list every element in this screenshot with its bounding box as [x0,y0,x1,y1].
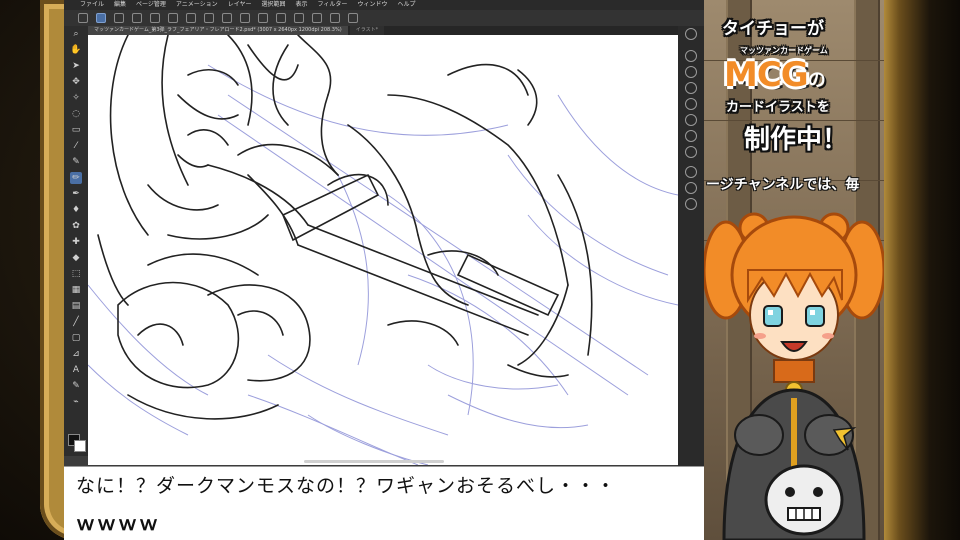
fill-icon[interactable]: ⬚ [70,268,82,280]
airbrush-icon[interactable]: ♦ [70,204,82,216]
tool-palette: ⌕ ✋ ➤ ✥ ✧ ◌ ▭ ⁄ ✎ ✏ ✒ ♦ ✿ ✚ ◆ ⬚ ▦ ▤ ╱ ▢ … [64,26,88,456]
sub-tool-icon[interactable] [685,50,697,62]
share-icon[interactable] [330,13,340,23]
hand-icon[interactable]: ✋ [70,44,82,56]
promo-mcg-logo: MCGの [724,55,826,95]
eyedropper-icon[interactable]: ⁄ [70,140,82,152]
sub-color-swatch[interactable] [74,440,86,452]
menu-edit[interactable]: 編集 [114,0,126,10]
pencil-icon[interactable]: ✏ [70,172,82,184]
menu-page[interactable]: ページ管理 [136,0,166,10]
subtitle-line-2: ｗｗｗｗ [76,513,161,535]
material-icon[interactable] [685,146,697,158]
export-icon[interactable] [348,13,358,23]
brush-mode-icon[interactable] [96,13,106,23]
pixel-mascot-image [704,212,884,540]
menu-file[interactable]: ファイル [80,0,104,10]
line-icon[interactable]: ╱ [70,316,82,328]
home-icon[interactable] [78,13,88,23]
frame-icon[interactable]: ▢ [70,332,82,344]
subtitle-line-1: なに！？ダークマンモスなの！？ワギャンおそるべし・・・ [76,475,617,497]
balloon-icon[interactable]: ✎ [70,380,82,392]
figure-icon[interactable]: ▤ [70,300,82,312]
eraser-icon[interactable]: ◆ [70,252,82,264]
undo-icon[interactable] [186,13,196,23]
menu-animation[interactable]: アニメーション [176,0,218,10]
brush-icon[interactable]: ✒ [70,188,82,200]
auto-select-icon[interactable]: ✧ [70,92,82,104]
lasso-icon[interactable]: ◌ [70,108,82,120]
zoom-icon[interactable]: ⌕ [70,28,82,40]
promo-mcg-suffix: の [807,70,826,91]
lineart-sketch [88,35,678,465]
correct-line-icon[interactable]: ⌁ [70,396,82,408]
close-icon[interactable] [114,13,124,23]
history-icon[interactable] [685,182,697,194]
auto-action-icon[interactable] [685,198,697,210]
monitor-edge-right [884,0,960,540]
clip-studio-window: ファイル 編集 ページ管理 アニメーション レイヤー 選択範囲 表示 フィルター… [64,0,704,540]
pen-icon[interactable]: ✎ [70,156,82,168]
promo-panel: タイチョーが マッツァンカードゲーム MCGの カードイラストを 制作中！ ージ… [704,0,884,540]
promo-title-rest: カードイラストを 制作中！ [726,92,884,156]
menu-bar: ファイル 編集 ページ管理 アニメーション レイヤー 選択範囲 表示 フィルター… [64,0,704,10]
transform-icon[interactable] [240,13,250,23]
save-icon[interactable] [168,13,178,23]
document-tabs: マッツァンカードゲーム_第3弾_ラフ_フェアリア・フレアロード2.psd* (3… [88,26,688,35]
menu-window[interactable]: ウィンドウ [357,0,387,10]
redo-icon[interactable] [204,13,214,23]
selection-icon[interactable]: ▭ [70,124,82,136]
scrolling-ticker: ージチャンネルでは、毎 [706,177,860,193]
deselect-icon[interactable] [258,13,268,23]
snap-icon[interactable] [276,13,286,23]
operation-icon[interactable]: ➤ [70,60,82,72]
gradient-icon[interactable]: ▦ [70,284,82,296]
promo-mcg-text: MCG [724,55,809,95]
promo-title: タイチョーが マッツァンカードゲーム [722,14,882,56]
promo-title-line-1: タイチョーが [722,19,824,39]
color-set-icon[interactable] [685,114,697,126]
move-icon[interactable]: ✥ [70,76,82,88]
decoration-icon[interactable]: ✿ [70,220,82,232]
clear-icon[interactable] [222,13,232,23]
grid-snap-icon[interactable] [312,13,322,23]
tool-property-icon[interactable] [685,66,697,78]
document-tab-active[interactable]: マッツァンカードゲーム_第3弾_ラフ_フェアリア・フレアロード2.psd* (3… [88,26,348,35]
menu-selection[interactable]: 選択範囲 [262,0,286,10]
promo-title-line-3: カードイラストを [726,100,830,115]
right-palette-bar [678,26,704,466]
document-tab-illust[interactable]: イラスト* [349,26,385,35]
canvas-scrollbar[interactable] [304,460,444,463]
navigator-icon[interactable] [685,28,697,40]
layer-property-icon[interactable] [685,166,697,178]
color-wheel-icon[interactable] [685,98,697,110]
menu-help[interactable]: ヘルプ [397,0,415,10]
new-file-icon[interactable] [132,13,142,23]
menu-filter[interactable]: フィルター [318,0,348,10]
menu-view[interactable]: 表示 [296,0,308,10]
layer-icon[interactable] [685,130,697,142]
ruler-icon[interactable]: ⊿ [70,348,82,360]
text-icon[interactable]: A [70,364,82,376]
drawing-canvas[interactable] [88,35,678,465]
subtitle-box: なに！？ダークマンモスなの！？ワギャンおそるべし・・・ ｗｗｗｗ [64,466,708,540]
promo-title-line-4: 制作中！ [744,125,849,155]
brush-size-icon[interactable] [685,82,697,94]
ruler-snap-icon[interactable] [294,13,304,23]
blend-icon[interactable]: ✚ [70,236,82,248]
menu-layer[interactable]: レイヤー [228,0,252,10]
command-bar [64,10,704,26]
open-file-icon[interactable] [150,13,160,23]
